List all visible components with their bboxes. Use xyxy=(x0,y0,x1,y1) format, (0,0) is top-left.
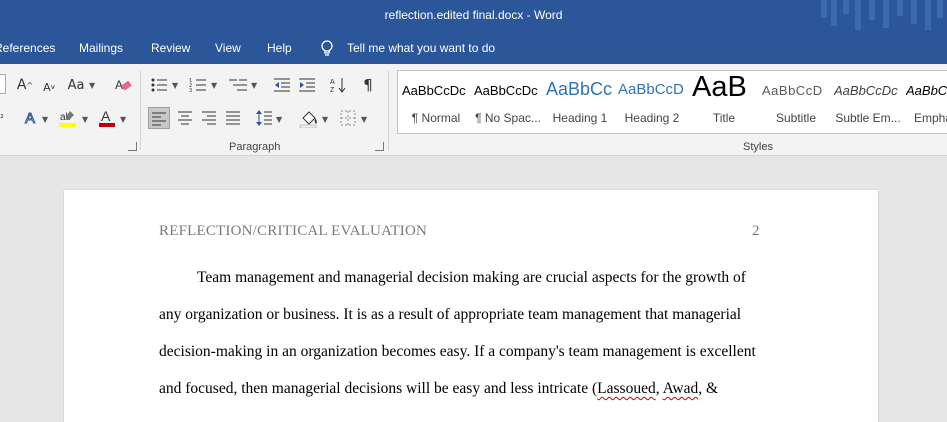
font-dialog-launcher[interactable] xyxy=(128,142,137,151)
page-number: 2 xyxy=(752,223,760,239)
styles-group-label: Styles xyxy=(743,141,773,153)
line-spacing-icon[interactable] xyxy=(255,108,273,128)
spelling-flagged-word[interactable]: Lassoued xyxy=(597,380,656,397)
running-header: REFLECTION/CRITICAL EVALUATION xyxy=(159,223,428,239)
style-no-spacing[interactable]: AaBbCcDc ¶ No Spac... xyxy=(472,71,544,133)
borders-icon[interactable] xyxy=(339,109,357,127)
paragraph-group-label: Paragraph xyxy=(229,141,281,153)
style-label: Subtle Em... xyxy=(835,111,901,125)
sort-icon[interactable]: A Z xyxy=(330,76,348,94)
tab-help[interactable]: Help xyxy=(267,41,292,55)
style-label: Empha xyxy=(914,111,947,125)
tab-review[interactable]: Review xyxy=(151,41,190,55)
chevron-down-icon[interactable]: ▼ xyxy=(42,115,48,124)
chevron-down-icon[interactable]: ▼ xyxy=(361,115,367,124)
chevron-down-icon[interactable]: ▼ xyxy=(172,81,178,90)
style-sample: AaBbCcDc xyxy=(834,83,898,98)
font-size-box[interactable] xyxy=(0,74,6,94)
multilevel-list-icon[interactable] xyxy=(228,77,248,93)
styles-gallery: AaBbCcDc ¶ Normal AaBbCcDc ¶ No Spac... … xyxy=(397,70,947,134)
increase-indent-icon[interactable] xyxy=(298,77,316,93)
document-canvas: REFLECTION/CRITICAL EVALUATION 2 Team ma… xyxy=(0,157,947,422)
tell-me-search[interactable]: Tell me what you want to do xyxy=(347,41,495,55)
window-title: reflection.edited final.docx - Word xyxy=(384,8,563,22)
style-label: Heading 2 xyxy=(624,111,680,125)
style-sample: AaBbCcDc xyxy=(474,83,538,98)
chevron-down-icon[interactable]: ▼ xyxy=(211,81,217,90)
show-formatting-marks-icon[interactable]: ¶ xyxy=(359,75,377,95)
change-case-button[interactable]: Aa xyxy=(66,75,86,95)
ribbon: A^ Av Aa ▼ A ² A ▼ ab ▼ A ▼ ▼ 1 2 3 ▼ ▼ xyxy=(0,64,947,156)
chevron-down-icon[interactable]: ▼ xyxy=(251,81,257,90)
style-normal[interactable]: AaBbCcDc ¶ Normal xyxy=(400,71,472,133)
text-span: , & xyxy=(698,380,719,397)
tab-view[interactable]: View xyxy=(215,41,241,55)
align-left-button[interactable] xyxy=(148,107,170,129)
shrink-font-icon[interactable]: Av xyxy=(40,77,58,97)
style-sample: AaB xyxy=(692,71,747,103)
align-left-icon xyxy=(152,112,166,126)
title-bar: reflection.edited final.docx - Word xyxy=(0,0,947,34)
svg-text:A: A xyxy=(25,110,35,127)
group-separator xyxy=(140,70,141,150)
text-span: and focused, then managerial decisions w… xyxy=(159,380,598,397)
text-effects-icon[interactable]: A xyxy=(22,109,40,128)
title-bar-pattern xyxy=(817,0,947,34)
lightbulb-icon[interactable] xyxy=(320,40,334,58)
justify-icon[interactable] xyxy=(224,109,242,127)
svg-text:Z: Z xyxy=(330,87,335,94)
bullets-icon[interactable] xyxy=(150,77,168,93)
text-line: any organization or business. It is as a… xyxy=(159,306,742,323)
chevron-down-icon[interactable]: ▼ xyxy=(322,115,328,124)
style-label: Subtitle xyxy=(775,111,817,125)
svg-text:A: A xyxy=(330,79,335,86)
tab-references[interactable]: References xyxy=(0,41,55,55)
style-title[interactable]: AaB Title xyxy=(688,71,760,133)
svg-text:A: A xyxy=(115,78,123,92)
style-label: Heading 1 xyxy=(552,111,608,125)
text-line: Team management and managerial decision … xyxy=(197,269,746,286)
chevron-down-icon[interactable]: ▼ xyxy=(276,115,282,124)
spelling-flagged-word[interactable]: Awad xyxy=(663,380,699,397)
style-sample: AaBbCcD xyxy=(618,81,684,98)
style-label: ¶ No Spac... xyxy=(475,111,541,125)
style-heading-1[interactable]: AaBbCc Heading 1 xyxy=(544,71,616,133)
ribbon-tab-bar: References Mailings Review View Help Tel… xyxy=(0,34,947,64)
align-right-icon[interactable] xyxy=(200,109,218,127)
text-span: , xyxy=(655,380,663,397)
grow-font-icon[interactable]: A ^ xyxy=(14,75,36,95)
style-emphasis[interactable]: AaBbCc Empha xyxy=(904,71,947,133)
chevron-down-icon[interactable]: ▼ xyxy=(120,115,126,124)
chevron-down-icon[interactable]: ▼ xyxy=(89,81,95,90)
text-line: decision-making in an organization becom… xyxy=(159,343,756,360)
group-separator xyxy=(388,70,389,150)
superscript-icon[interactable]: ² xyxy=(0,109,6,129)
style-sample: AaBbCcD xyxy=(762,83,823,98)
svg-text:A: A xyxy=(101,108,111,124)
svg-text:3: 3 xyxy=(189,88,192,93)
tab-mailings[interactable]: Mailings xyxy=(79,41,123,55)
align-center-icon[interactable] xyxy=(176,109,194,127)
style-subtitle[interactable]: AaBbCcD Subtitle xyxy=(760,71,832,133)
font-color-icon[interactable]: A xyxy=(98,108,116,128)
decrease-indent-icon[interactable] xyxy=(273,77,291,93)
style-sample: AaBbCcDc xyxy=(402,83,466,98)
style-heading-2[interactable]: AaBbCcD Heading 2 xyxy=(616,71,688,133)
chevron-down-icon[interactable]: ▼ xyxy=(82,115,88,124)
highlighter-icon[interactable]: ab xyxy=(58,108,78,128)
paragraph-dialog-launcher[interactable] xyxy=(375,142,384,151)
clear-formatting-icon[interactable]: A xyxy=(114,77,132,93)
numbering-icon[interactable]: 1 2 3 xyxy=(189,77,207,93)
document-page[interactable]: REFLECTION/CRITICAL EVALUATION 2 Team ma… xyxy=(64,190,878,422)
shading-icon[interactable] xyxy=(299,108,319,128)
text-line: and focused, then managerial decisions w… xyxy=(159,380,789,417)
style-label: Title xyxy=(712,111,736,125)
style-subtle-emphasis[interactable]: AaBbCcDc Subtle Em... xyxy=(832,71,904,133)
style-sample: AaBbCc xyxy=(546,79,613,99)
style-sample: AaBbCc xyxy=(906,83,947,98)
body-paragraph[interactable]: Team management and managerial decision … xyxy=(159,269,789,417)
style-label: ¶ Normal xyxy=(411,111,461,125)
